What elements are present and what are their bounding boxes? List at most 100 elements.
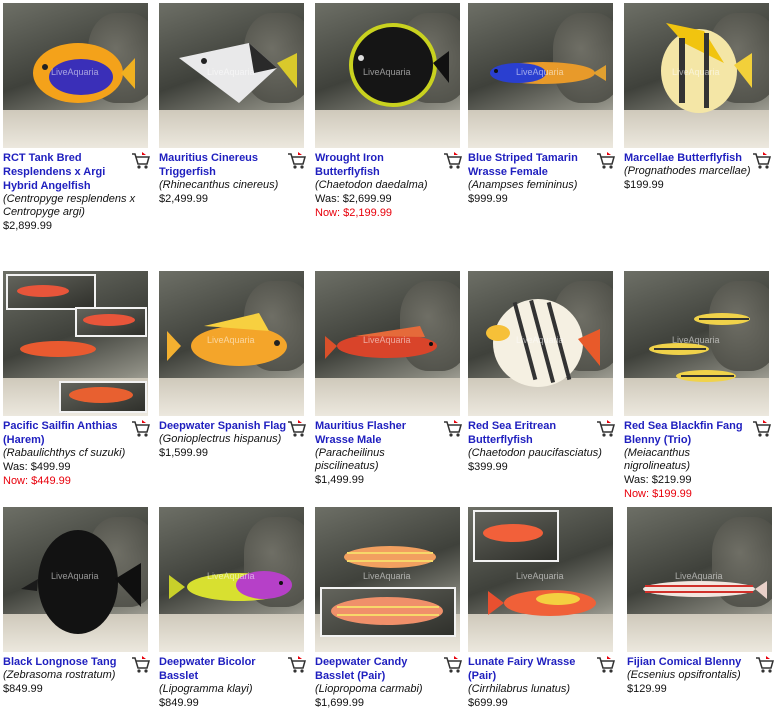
product-name[interactable]: Mauritius Flasher Wrasse Male	[315, 419, 443, 447]
product-card: LiveAquaria Mauritius Cinereus Triggerfi…	[156, 3, 311, 206]
watermark: LiveAquaria	[207, 335, 255, 345]
product-photo[interactable]: LiveAquaria	[159, 507, 304, 652]
product-name[interactable]: Fijian Comical Blenny	[627, 655, 755, 669]
product-name[interactable]: Deepwater Bicolor Basslet	[159, 655, 287, 683]
product-name[interactable]: Red Sea Blackfin Fang Blenny (Trio)	[624, 419, 752, 447]
product-photo[interactable]: LiveAquaria	[468, 271, 613, 416]
add-to-cart-icon[interactable]	[442, 655, 462, 675]
product-photo[interactable]: LiveAquaria	[315, 3, 460, 148]
add-to-cart-icon[interactable]	[751, 419, 771, 439]
product-card: LiveAquaria Blue Striped Tamarin Wrasse …	[465, 3, 620, 206]
product-card: LiveAquaria Black Longnose Tang (Zebraso…	[0, 507, 155, 696]
product-name[interactable]: Wrought Iron Butterflyfish	[315, 151, 443, 179]
was-price: Was: $2,699.99	[315, 193, 392, 205]
product-photo[interactable]: LiveAquaria	[624, 3, 769, 148]
watermark: LiveAquaria	[516, 67, 564, 77]
watermark: LiveAquaria	[363, 67, 411, 77]
product-photo[interactable]: LiveAquaria	[624, 271, 769, 416]
price: $2,899.99	[3, 220, 52, 232]
watermark: LiveAquaria	[51, 67, 99, 77]
product-name[interactable]: Lunate Fairy Wrasse (Pair)	[468, 655, 596, 683]
add-to-cart-icon[interactable]	[595, 419, 615, 439]
watermark: LiveAquaria	[363, 335, 411, 345]
product-photo[interactable]: LiveAquaria	[627, 507, 772, 652]
product-name[interactable]: Deepwater Candy Basslet (Pair)	[315, 655, 443, 683]
scientific-name: (Meiacanthus nigrolineatus)	[624, 447, 691, 472]
price: $129.99	[627, 683, 667, 695]
price: $1,499.99	[315, 474, 364, 486]
add-to-cart-icon[interactable]	[595, 655, 615, 675]
product-card: LiveAquaria Fijian Comical Blenny (Ecsen…	[624, 507, 779, 696]
scientific-name: (Lipogramma klayi)	[159, 683, 253, 695]
price: $399.99	[468, 461, 508, 473]
was-price: Was: $499.99	[3, 461, 71, 473]
product-photo[interactable]: LiveAquaria	[3, 3, 148, 148]
price: $849.99	[159, 697, 199, 709]
scientific-name: (Anampses femininus)	[468, 179, 578, 191]
product-name[interactable]: Red Sea Eritrean Butterflyfish	[468, 419, 596, 447]
product-card: LiveAquaria Marcellae Butterflyfish (Pro…	[621, 3, 776, 192]
product-name[interactable]: RCT Tank Bred Resplendens x Argi Hybrid …	[3, 151, 131, 193]
product-photo[interactable]: LiveAquaria	[468, 507, 613, 652]
watermark: LiveAquaria	[516, 571, 564, 581]
product-photo[interactable]: LiveAquaria	[159, 271, 304, 416]
scientific-name: (Prognathodes marcellae)	[624, 165, 751, 177]
product-card: LiveAquaria Mauritius Flasher Wrasse Mal…	[312, 271, 467, 487]
product-card: LiveAquaria Red Sea Blackfin Fang Blenny…	[621, 271, 776, 501]
product-card: Pacific Sailfin Anthias (Harem) (Rabauli…	[0, 271, 155, 488]
add-to-cart-icon[interactable]	[130, 655, 150, 675]
scientific-name: (Chaetodon daedalma)	[315, 179, 428, 191]
add-to-cart-icon[interactable]	[130, 151, 150, 171]
price: $1,599.99	[159, 447, 208, 459]
product-card: LiveAquaria Red Sea Eritrean Butterflyfi…	[465, 271, 620, 474]
watermark: LiveAquaria	[516, 335, 564, 345]
add-to-cart-icon[interactable]	[595, 151, 615, 171]
product-photo[interactable]: LiveAquaria	[315, 507, 460, 652]
price: $1,699.99	[315, 697, 364, 709]
add-to-cart-icon[interactable]	[751, 151, 771, 171]
scientific-name: (Gonioplectrus hispanus)	[159, 433, 282, 445]
watermark: LiveAquaria	[672, 67, 720, 77]
product-photo[interactable]: LiveAquaria	[315, 271, 460, 416]
price: $849.99	[3, 683, 43, 695]
product-grid: LiveAquaria RCT Tank Bred Resplendens x …	[0, 0, 779, 711]
price: $699.99	[468, 697, 508, 709]
product-card: LiveAquaria Deepwater Spanish Flag (Goni…	[156, 271, 311, 460]
add-to-cart-icon[interactable]	[130, 419, 150, 439]
product-name[interactable]: Pacific Sailfin Anthias (Harem)	[3, 419, 131, 447]
price: $999.99	[468, 193, 508, 205]
scientific-name: (Liopropoma carmabi)	[315, 683, 423, 695]
product-card: LiveAquaria Wrought Iron Butterflyfish (…	[312, 3, 467, 220]
fish-illustration	[17, 285, 135, 403]
scientific-name: (Cirrhilabrus lunatus)	[468, 683, 571, 695]
scientific-name: (Rhinecanthus cinereus)	[159, 179, 279, 191]
price: $199.99	[624, 179, 664, 191]
product-name[interactable]: Blue Striped Tamarin Wrasse Female	[468, 151, 596, 179]
watermark: LiveAquaria	[675, 571, 723, 581]
product-name[interactable]: Deepwater Spanish Flag	[159, 419, 287, 433]
product-photo[interactable]	[3, 271, 148, 416]
add-to-cart-icon[interactable]	[286, 655, 306, 675]
watermark: LiveAquaria	[672, 335, 720, 345]
product-photo[interactable]: LiveAquaria	[159, 3, 304, 148]
product-name[interactable]: Marcellae Butterflyfish	[624, 151, 752, 165]
product-photo[interactable]: LiveAquaria	[3, 507, 148, 652]
product-photo[interactable]: LiveAquaria	[468, 3, 613, 148]
product-name[interactable]: Black Longnose Tang	[3, 655, 131, 669]
add-to-cart-icon[interactable]	[286, 151, 306, 171]
scientific-name: (Centropyge resplendens x Centropyge arg…	[3, 193, 136, 218]
product-card: LiveAquaria Deepwater Bicolor Basslet (L…	[156, 507, 311, 710]
product-name[interactable]: Mauritius Cinereus Triggerfish	[159, 151, 287, 179]
product-card: LiveAquaria Lunate Fairy Wrasse (Pair) (…	[465, 507, 620, 710]
add-to-cart-icon[interactable]	[442, 151, 462, 171]
add-to-cart-icon[interactable]	[442, 419, 462, 439]
scientific-name: (Rabaulichthys cf suzuki)	[3, 447, 126, 459]
watermark: LiveAquaria	[51, 571, 99, 581]
product-card: LiveAquaria Deepwater Candy Basslet (Pai…	[312, 507, 467, 710]
add-to-cart-icon[interactable]	[286, 419, 306, 439]
product-card: LiveAquaria RCT Tank Bred Resplendens x …	[0, 3, 155, 233]
watermark: LiveAquaria	[363, 571, 411, 581]
add-to-cart-icon[interactable]	[754, 655, 774, 675]
watermark: LiveAquaria	[207, 571, 255, 581]
scientific-name: (Chaetodon paucifasciatus)	[468, 447, 602, 459]
